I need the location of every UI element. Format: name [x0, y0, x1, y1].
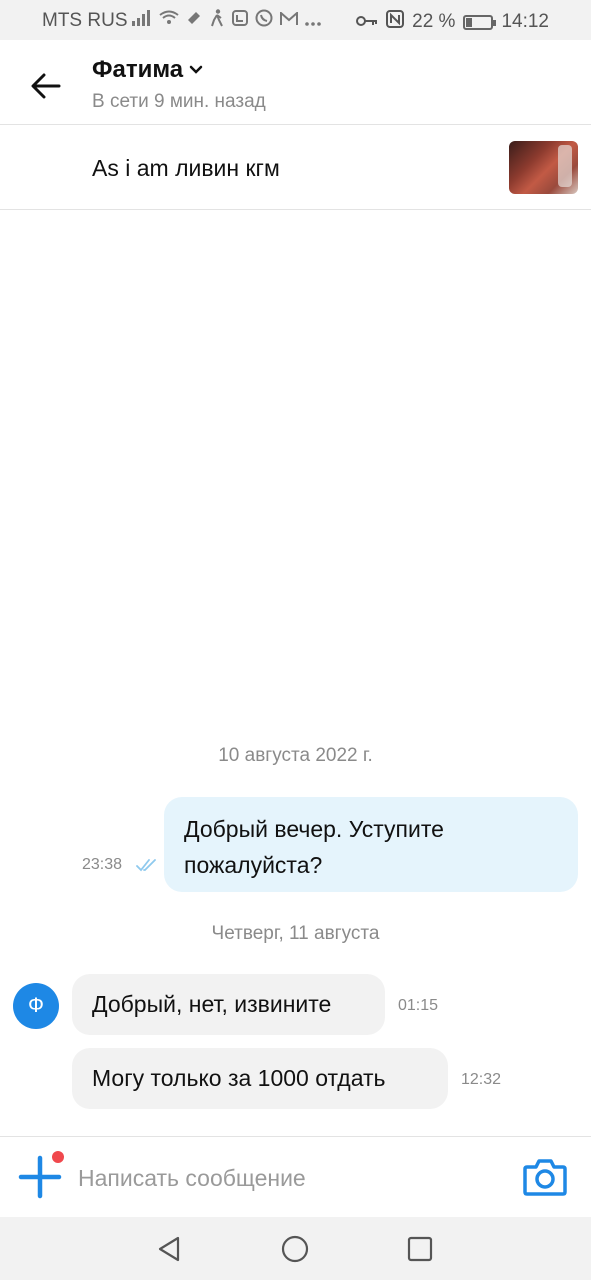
message-text: Добрый, нет, извините	[92, 991, 332, 1017]
navigation-bar	[0, 1217, 591, 1280]
avatar[interactable]: Ф	[13, 983, 59, 1029]
signal-icon	[132, 10, 152, 32]
thumbnail-highlight	[558, 145, 572, 187]
message-composer	[0, 1136, 591, 1217]
arrow-left-icon	[31, 73, 61, 99]
battery-fill	[466, 17, 473, 27]
battery-percent: 22 %	[412, 11, 456, 32]
chevron-down-icon	[189, 65, 203, 74]
read-receipt-icon	[136, 858, 158, 877]
clock: 14:12	[501, 11, 549, 32]
chat-header: Фатима В сети 9 мин. назад	[0, 40, 591, 125]
circle-home-icon	[281, 1235, 309, 1263]
status-bar: MTS RUS 22 % 14:12	[0, 0, 591, 40]
date-separator: Четверг, 11 августа	[211, 923, 380, 944]
gmail-icon	[280, 10, 298, 32]
triangle-back-icon	[158, 1236, 180, 1262]
contact-status: В сети 9 мин. назад	[92, 91, 266, 112]
incoming-message[interactable]: Добрый, нет, извините	[72, 974, 385, 1035]
outgoing-message[interactable]: Добрый вечер. Уступите пожалуйста?	[164, 797, 578, 892]
notification-dot	[52, 1151, 64, 1163]
square-recents-icon	[407, 1236, 433, 1262]
walk-icon	[209, 9, 225, 33]
date-separator: 10 августа 2022 г.	[218, 745, 373, 766]
wifi-icon	[159, 10, 179, 32]
message-text-line: пожалуйста?	[184, 852, 323, 878]
camera-button[interactable]	[522, 1157, 568, 1197]
contact-name-dropdown[interactable]: Фатима	[92, 56, 203, 84]
message-text: Могу только за 1000 отдать	[92, 1065, 386, 1091]
message-time: 01:15	[398, 997, 439, 1014]
carrier-name: MTS RUS	[42, 10, 128, 31]
nav-home-button[interactable]	[277, 1231, 313, 1267]
listing-thumbnail[interactable]	[509, 141, 578, 194]
app-icon	[232, 10, 248, 32]
message-time: 23:38	[82, 856, 123, 873]
nav-back-button[interactable]	[152, 1231, 188, 1267]
contact-name: Фатима	[92, 56, 184, 83]
nav-recents-button[interactable]	[402, 1231, 438, 1267]
battery-icon	[463, 14, 497, 30]
more-icon	[305, 10, 321, 32]
nfc-icon	[386, 10, 405, 34]
status-icons	[132, 9, 321, 33]
whatsapp-icon	[255, 9, 273, 33]
status-right: 22 % 14:12	[356, 10, 549, 34]
camera-icon	[523, 1159, 567, 1196]
key-icon	[356, 11, 378, 33]
back-button[interactable]	[22, 62, 70, 110]
message-input[interactable]	[78, 1157, 498, 1199]
incoming-message[interactable]: Могу только за 1000 отдать	[72, 1048, 448, 1109]
listing-title: As i am ливин кгм	[92, 155, 280, 181]
message-text-line: Добрый вечер. Уступите	[184, 816, 444, 842]
message-time: 12:32	[461, 1071, 502, 1088]
nfc-mute-icon	[186, 10, 202, 32]
listing-bar[interactable]: As i am ливин кгм	[0, 125, 591, 210]
